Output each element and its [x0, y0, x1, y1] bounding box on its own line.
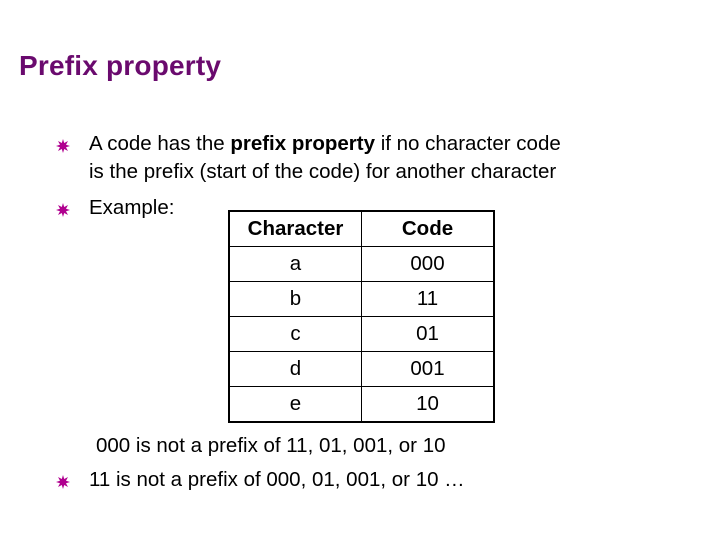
cell-code: 11 [361, 281, 495, 317]
bullet-text-line2: is the prefix (start of the code) for an… [89, 160, 557, 183]
cell-character: b [228, 281, 362, 317]
bullet-text: Example: [89, 196, 175, 219]
bullet-prefix-definition: A code has the prefix property if no cha… [56, 130, 561, 186]
header-code: Code [361, 210, 495, 247]
cell-character: e [228, 386, 362, 423]
table-row: e 10 [228, 386, 495, 423]
bullet-last: 11 is not a prefix of 000, 01, 001, or 1… [56, 466, 465, 494]
bullet-text-end: if no character code [375, 132, 561, 155]
header-character: Character [228, 210, 362, 247]
cell-code: 001 [361, 351, 495, 387]
cell-code: 01 [361, 316, 495, 352]
note-line: 000 is not a prefix of 11, 01, 001, or 1… [96, 434, 446, 457]
cell-code: 10 [361, 386, 495, 423]
cell-character: d [228, 351, 362, 387]
bold-term: prefix property [230, 132, 375, 155]
bullet-text-start: A code has the [89, 132, 231, 155]
cell-code: 000 [361, 246, 495, 282]
starburst-bullet-icon [56, 203, 70, 217]
table-row: b 11 [228, 281, 495, 317]
slide-title: Prefix property [19, 50, 222, 81]
cell-character: c [228, 316, 362, 352]
table-header-row: Character Code [228, 210, 495, 247]
bullet-example: Example: [56, 194, 175, 222]
bullet-text: 11 is not a prefix of 000, 01, 001, or 1… [89, 468, 465, 491]
code-table: Character Code a 000 b 11 c 01 d 001 e 10 [228, 210, 495, 423]
cell-character: a [228, 246, 362, 282]
table-row: d 001 [228, 351, 495, 387]
table-row: a 000 [228, 246, 495, 282]
starburst-bullet-icon [56, 139, 70, 153]
starburst-bullet-icon [56, 475, 70, 489]
table-row: c 01 [228, 316, 495, 352]
